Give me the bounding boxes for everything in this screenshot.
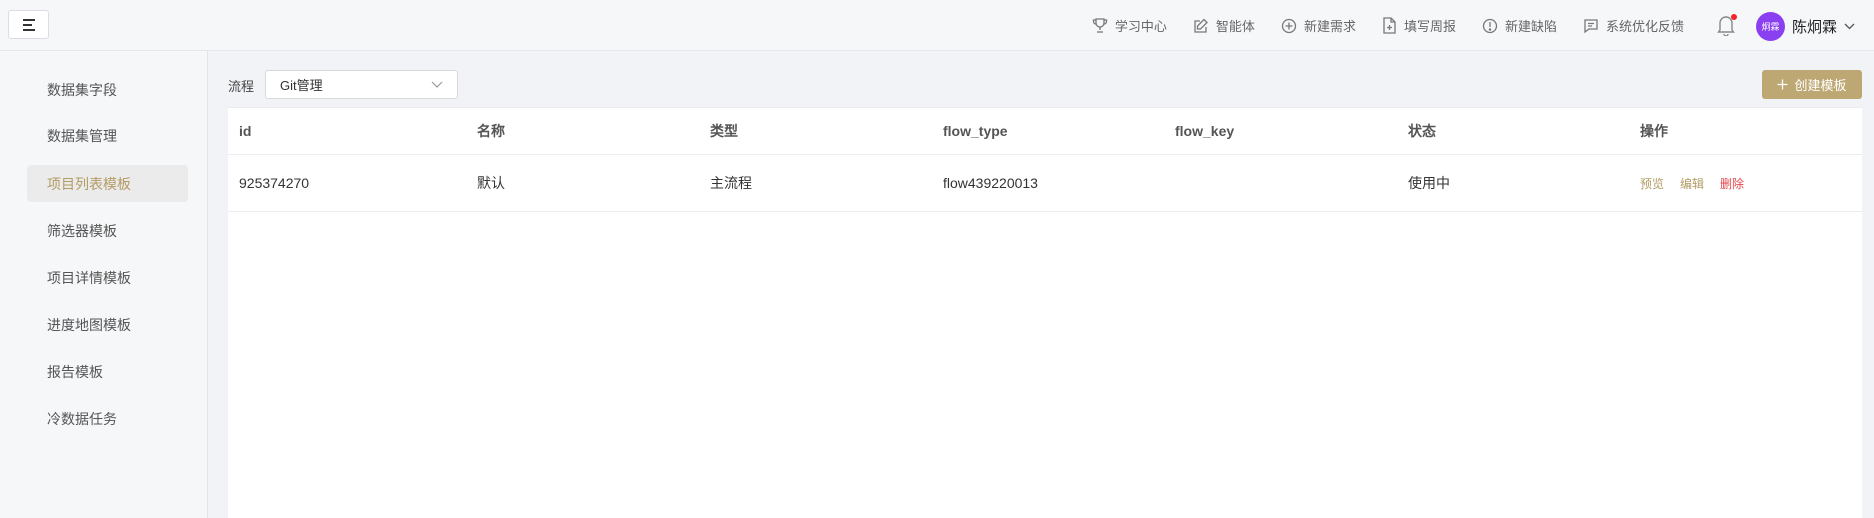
- sidebar-item-project-list-template[interactable]: 项目列表模板: [27, 165, 188, 202]
- sidebar-item-cold-data-task[interactable]: 冷数据任务: [27, 400, 188, 437]
- header-actions: 学习中心 智能体 新建需求 填写周报 新建缺陷 系统优化反馈: [1092, 0, 1684, 51]
- flow-select[interactable]: Git管理: [265, 70, 458, 99]
- sidebar-item-label: 冷数据任务: [47, 410, 117, 427]
- menu-toggle-button[interactable]: [8, 10, 49, 39]
- cell-type: 主流程: [710, 175, 752, 191]
- app-root: 学习中心 智能体 新建需求 填写周报 新建缺陷 系统优化反馈 炯霖 陈炯霖 数据…: [0, 0, 1874, 518]
- sidebar-item-filter-template[interactable]: 筛选器模板: [27, 212, 188, 249]
- sidebar-item-label: 项目列表模板: [47, 175, 131, 192]
- message-icon: [1584, 18, 1598, 33]
- sidebar-item-label: 报告模板: [47, 363, 103, 380]
- table-row: 925374270 默认 主流程 flow439220013 使用中 预览 编辑…: [228, 155, 1862, 212]
- sidebar-item-label: 进度地图模板: [47, 316, 131, 333]
- chevron-down-icon: [1844, 23, 1855, 29]
- avatar: 炯霖: [1756, 11, 1785, 41]
- plus-circle-icon: [1281, 18, 1297, 33]
- new-requirement-link[interactable]: 新建需求: [1281, 16, 1356, 35]
- sidebar-item-project-detail-template[interactable]: 项目详情模板: [27, 259, 188, 296]
- notification-dot: [1731, 14, 1737, 20]
- agent-link[interactable]: 智能体: [1193, 16, 1255, 35]
- feedback-label: 系统优化反馈: [1605, 19, 1684, 34]
- trophy-icon: [1092, 18, 1108, 33]
- user-name: 陈炯霖: [1792, 18, 1838, 36]
- agent-label: 智能体: [1215, 19, 1255, 34]
- exclamation-circle-icon: [1482, 18, 1498, 33]
- column-header-type: 类型: [710, 123, 738, 139]
- plus-icon: [1777, 79, 1788, 90]
- preview-link[interactable]: 预览: [1640, 175, 1664, 192]
- weekly-report-link[interactable]: 填写周报: [1382, 16, 1456, 35]
- cell-flow-type: flow439220013: [943, 175, 1038, 191]
- sidebar-item-label: 筛选器模板: [47, 222, 117, 239]
- edit-icon: [1194, 18, 1208, 33]
- sidebar-item-label: 数据集字段: [47, 81, 117, 98]
- sidebar: 数据集字段 数据集管理 项目列表模板 筛选器模板 项目详情模板 进度地图模板 报…: [0, 51, 208, 518]
- column-header-flow-key: flow_key: [1175, 123, 1235, 139]
- sidebar-item-report-template[interactable]: 报告模板: [27, 353, 188, 390]
- notification-button[interactable]: [1716, 14, 1738, 38]
- new-defect-label: 新建缺陷: [1504, 19, 1557, 34]
- top-header: 学习中心 智能体 新建需求 填写周报 新建缺陷 系统优化反馈 炯霖 陈炯霖: [0, 0, 1874, 51]
- user-menu[interactable]: 炯霖 陈炯霖: [1756, 11, 1855, 41]
- cell-status: 使用中: [1408, 175, 1450, 191]
- sidebar-item-dataset-fields[interactable]: 数据集字段: [27, 71, 188, 108]
- cell-id: 925374270: [239, 175, 310, 191]
- flow-filter-label: 流程: [228, 79, 255, 94]
- delete-link[interactable]: 删除: [1720, 175, 1744, 192]
- column-header-name: 名称: [477, 123, 505, 139]
- table-header: id 名称 类型 flow_type flow_key 状态 操作: [228, 107, 1862, 155]
- edit-link[interactable]: 编辑: [1680, 175, 1704, 192]
- template-table: id 名称 类型 flow_type flow_key 状态 操作 925374…: [228, 107, 1862, 518]
- new-defect-link[interactable]: 新建缺陷: [1482, 16, 1557, 35]
- cell-name: 默认: [477, 175, 505, 191]
- new-requirement-label: 新建需求: [1303, 19, 1356, 34]
- sidebar-item-label: 数据集管理: [47, 127, 117, 144]
- flow-select-value: Git管理: [280, 78, 323, 93]
- learning-center-label: 学习中心: [1114, 19, 1167, 34]
- chevron-down-icon: [431, 81, 443, 88]
- sidebar-item-progress-map-template[interactable]: 进度地图模板: [27, 306, 188, 343]
- create-template-button[interactable]: 创建模板: [1762, 70, 1862, 99]
- column-header-flow-type: flow_type: [943, 123, 1008, 139]
- hamburger-icon: [22, 18, 35, 31]
- sidebar-item-dataset-management[interactable]: 数据集管理: [27, 117, 188, 154]
- column-header-id: id: [239, 123, 252, 139]
- cell-operations: 预览 编辑 删除: [1640, 155, 1760, 211]
- file-add-icon: [1383, 17, 1396, 34]
- sidebar-item-label: 项目详情模板: [47, 269, 131, 286]
- feedback-link[interactable]: 系统优化反馈: [1583, 16, 1684, 35]
- column-header-operations: 操作: [1640, 123, 1668, 139]
- learning-center-link[interactable]: 学习中心: [1092, 16, 1167, 35]
- create-template-label: 创建模板: [1794, 78, 1847, 93]
- column-header-status: 状态: [1408, 123, 1436, 139]
- weekly-report-label: 填写周报: [1403, 19, 1456, 34]
